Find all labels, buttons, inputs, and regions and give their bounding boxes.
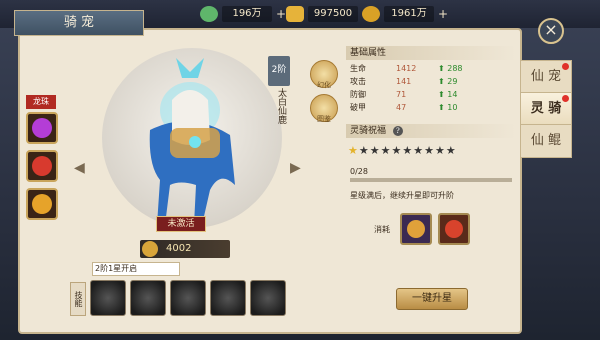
cost-row: 消耗 [346, 213, 516, 245]
purple-pearl-icon [32, 118, 52, 138]
stat-gain-value: 288 [447, 64, 463, 73]
red-pearl-icon [32, 156, 52, 176]
combat-power: 4002 [140, 240, 230, 258]
tab-label: 仙 宠 [530, 69, 562, 84]
stat-value: 1412 [396, 64, 417, 73]
skill-slot[interactable] [170, 280, 206, 316]
stat-name: 防御 [350, 90, 366, 99]
stat-gain: ⬆ 10 [438, 101, 498, 114]
skill-slot[interactable] [90, 280, 126, 316]
tab-label: 灵 骑 [530, 101, 562, 116]
currency-value: 997500 [308, 6, 358, 22]
stat-value: 71 [396, 90, 407, 99]
add-currency-button[interactable]: + [438, 7, 448, 21]
jade-coin-icon [200, 6, 218, 22]
dragon-pearl-label: 龙珠 [26, 95, 56, 109]
progress-bar [350, 178, 512, 182]
gold-orb-icon [407, 220, 425, 238]
stat-gain-value: 10 [447, 103, 458, 112]
skill-slot[interactable] [250, 280, 286, 316]
stat-gain-value: 14 [447, 90, 458, 99]
combat-power-value: 4002 [166, 243, 192, 254]
tab-immortal-kun[interactable]: 仙 鲲 [520, 124, 572, 158]
star-icon: ★ [369, 144, 380, 157]
blessing-title: 灵骑祝福 [350, 126, 387, 136]
close-button[interactable]: × [538, 18, 564, 44]
dragon-pearl-slot[interactable] [26, 150, 58, 182]
info-panel: 基础属性 生命 1412 ⬆ 288 攻击 141 ⬆ 29 防御 71 ⬆ 1… [346, 46, 516, 316]
upgrade-hint: 星级满后，继续升星即可升阶 [350, 191, 454, 200]
stat-row: 破甲 47 ⬆ 10 [346, 101, 516, 114]
progress-value: 0/28 [350, 167, 368, 176]
up-arrow-icon: ⬆ [438, 64, 445, 73]
stat-name: 破甲 [350, 103, 366, 112]
stage-badge: 2阶 [268, 56, 290, 86]
stat-gain-value: 29 [447, 77, 458, 86]
stat-name: 攻击 [350, 77, 366, 86]
stat-gain: ⬆ 29 [438, 75, 498, 88]
tab-spirit-mount[interactable]: 灵 骑 [520, 92, 572, 126]
inactive-status: 未激活 [156, 216, 206, 232]
combat-power-icon [142, 241, 158, 257]
cost-item-slot[interactable] [438, 213, 470, 245]
codex-label: 图鉴 [317, 115, 331, 123]
star-icon: ★ [391, 144, 402, 157]
currency-gold: 997500 + [286, 4, 372, 24]
attributes-list: 生命 1412 ⬆ 288 攻击 141 ⬆ 29 防御 71 ⬆ 14 破甲 … [346, 62, 516, 114]
skill-slot[interactable] [130, 280, 166, 316]
one-click-star-up-button[interactable]: 一键升星 [396, 288, 468, 310]
dragon-pearl-slot[interactable] [26, 112, 58, 144]
red-orb-icon [445, 220, 463, 238]
star-icon: ★ [445, 144, 456, 157]
previous-mount-button[interactable]: ◀ [74, 160, 85, 176]
blessing-heading: 灵骑祝福 ? [346, 124, 516, 138]
stat-gain: ⬆ 14 [438, 88, 498, 101]
add-currency-button[interactable]: + [276, 7, 286, 21]
stat-value: 47 [396, 103, 407, 112]
gold-ingot-icon [286, 6, 304, 22]
notification-dot [562, 63, 569, 70]
cost-item-slot[interactable] [400, 213, 432, 245]
star-icon: ★ [424, 144, 434, 157]
cost-label: 消耗 [374, 224, 390, 234]
star-icon: ★ [402, 144, 413, 157]
up-arrow-icon: ⬆ [438, 90, 445, 99]
mount-model[interactable] [110, 50, 270, 230]
star-icon: ★ [348, 144, 358, 157]
coin-stack-icon [362, 6, 380, 22]
skill-unlock-tip: 2阶1星开启 [92, 262, 180, 276]
attributes-heading: 基础属性 [346, 46, 516, 60]
stat-row: 防御 71 ⬆ 14 [346, 88, 516, 101]
notification-dot [562, 95, 569, 102]
transform-label: 幻化 [317, 81, 331, 89]
up-arrow-icon: ⬆ [438, 103, 445, 112]
gold-pearl-icon [32, 194, 52, 214]
tab-immortal-pet[interactable]: 仙 宠 [520, 60, 572, 94]
skill-slot[interactable] [210, 280, 246, 316]
next-mount-button[interactable]: ▶ [290, 160, 301, 176]
star-rating: ★ ★ ★ ★ ★ ★ ★ ★ ★ ★ [346, 144, 516, 157]
stat-value: 141 [396, 77, 412, 86]
star-icon: ★ [413, 144, 424, 157]
currency-value: 1961万 [384, 6, 434, 22]
skills-label: 技能 [70, 282, 86, 316]
star-icon: ★ [358, 144, 369, 157]
star-icon: ★ [435, 144, 445, 157]
stat-gain: ⬆ 288 [438, 62, 498, 75]
screen: 196万 + 997500 + 1961万 + 骑 宠 × 仙 宠 灵 骑 仙 … [0, 0, 600, 340]
currency-value: 196万 [222, 6, 272, 22]
stat-name: 生命 [350, 64, 366, 73]
star-icon: ★ [380, 144, 391, 157]
tab-label: 仙 鲲 [530, 133, 562, 148]
panel-title: 骑 宠 [14, 10, 144, 36]
help-icon[interactable]: ? [392, 126, 403, 136]
up-arrow-icon: ⬆ [438, 77, 445, 86]
mount-name: 太白仙鹿 [276, 88, 286, 124]
stat-row: 生命 1412 ⬆ 288 [346, 62, 516, 75]
currency-jade: 196万 + [200, 4, 286, 24]
stat-row: 攻击 141 ⬆ 29 [346, 75, 516, 88]
dragon-pearl-slot[interactable] [26, 188, 58, 220]
currency-coin: 1961万 + [362, 4, 448, 24]
